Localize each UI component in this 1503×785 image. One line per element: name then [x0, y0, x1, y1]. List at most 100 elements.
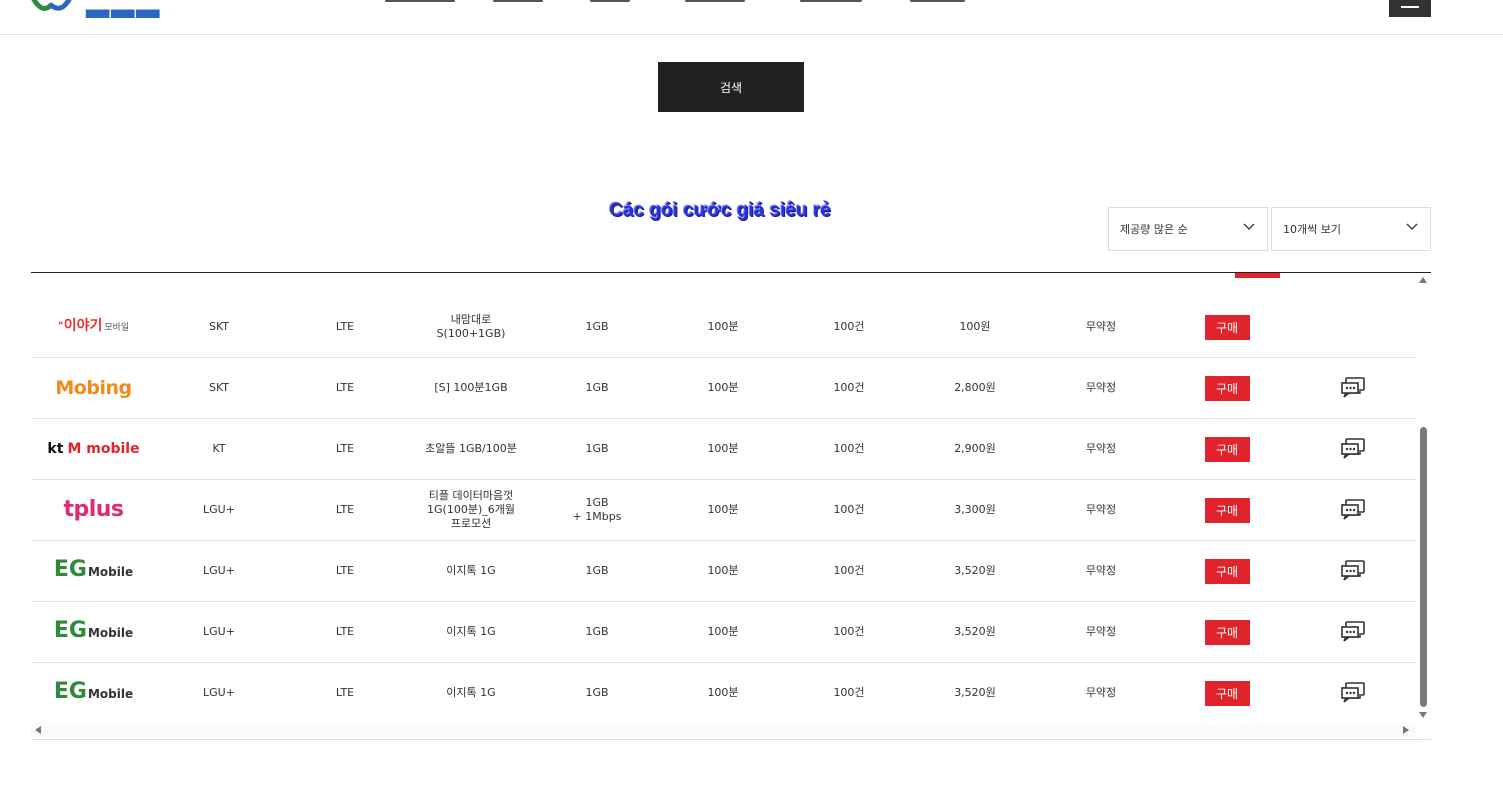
data-cell: 1GB: [534, 541, 660, 601]
table-row: “이야기 모바일 SKT LTE 내맘대로S(100+1GB) 1GB 100분 100건 10…: [31, 297, 1416, 358]
network-cell: LTE: [335, 442, 355, 455]
chevron-down-icon: [1243, 223, 1255, 230]
brand-cell: tplus: [31, 480, 156, 540]
buy-cell: 구매: [1164, 663, 1290, 723]
brand-logo: tplus: [63, 497, 124, 522]
logo-mark-icon: [31, 0, 72, 11]
brand-logo: EGMobile: [53, 618, 134, 643]
data-cell: 1GB + 1Mbps: [534, 480, 660, 540]
contract-cell: 무약정: [1085, 564, 1117, 577]
nav-item[interactable]: [910, 0, 965, 4]
voice-cell: 100분: [707, 503, 739, 516]
chat-bubbles-icon: [1341, 499, 1365, 520]
voice-cell: 100분: [707, 320, 739, 333]
consult-cell[interactable]: [1290, 602, 1416, 662]
nav-item[interactable]: [590, 0, 630, 4]
price-cell: 2,900원: [954, 442, 996, 455]
table-row: kt M mobile KT LTE 초알뜰 1GB/100분 1GB 100분 100건 2,…: [31, 419, 1416, 480]
data-amount: 1GB: [585, 442, 609, 455]
brand-logo: EGMobile: [53, 557, 134, 582]
data-cell: 1GB: [534, 358, 660, 418]
network-cell: LTE: [335, 686, 355, 699]
nav-item[interactable]: [493, 0, 543, 4]
price-cell: 3,520원: [954, 625, 996, 638]
voice-cell: 100분: [707, 381, 739, 394]
nav-item[interactable]: [685, 0, 745, 4]
brand-cell: “이야기 모바일: [31, 297, 156, 357]
carrier-cell: KT: [212, 442, 226, 455]
site-logo[interactable]: ▂▂▂: [30, 0, 250, 18]
plan-name-cell: 이지톡 1G: [446, 564, 496, 577]
carrier-cell: LGU+: [203, 686, 235, 699]
buy-cell: 구매: [1164, 480, 1290, 540]
search-button[interactable]: 검색: [658, 62, 804, 112]
data-cell: 1GB: [534, 419, 660, 479]
data-amount: 1GB + 1Mbps: [572, 496, 622, 523]
carrier-cell: SKT: [208, 381, 230, 394]
data-amount: 1GB: [585, 564, 609, 577]
consult-cell[interactable]: [1290, 480, 1416, 540]
buy-button[interactable]: 구매: [1204, 619, 1250, 645]
buy-button[interactable]: 구매: [1204, 436, 1250, 462]
page-size-select[interactable]: 10개씩 보기: [1271, 207, 1431, 251]
sms-cell: 100건: [833, 442, 865, 455]
brand-logo: kt M mobile: [47, 441, 140, 457]
buy-button[interactable]: 구매: [1204, 497, 1250, 523]
network-cell: LTE: [335, 381, 355, 394]
network-cell: LTE: [335, 320, 355, 333]
table-row: EGMobile LGU+ LTE 이지톡 1G 1GB 100분 100건 3,520원 무약…: [31, 541, 1416, 602]
voice-cell: 100분: [707, 564, 739, 577]
scroll-down-arrow-icon[interactable]: [1419, 712, 1427, 718]
contract-cell: 무약정: [1085, 625, 1117, 638]
sms-cell: 100건: [833, 381, 865, 394]
consult-cell[interactable]: [1290, 419, 1416, 479]
voice-cell: 100분: [707, 442, 739, 455]
scroll-right-arrow-icon[interactable]: [1403, 726, 1409, 734]
buy-button[interactable]: 구매: [1204, 375, 1250, 401]
contract-cell: 무약정: [1085, 320, 1117, 333]
nav-item[interactable]: [385, 0, 455, 4]
carrier-cell: LGU+: [203, 625, 235, 638]
carrier-cell: SKT: [208, 320, 230, 333]
vertical-scrollbar[interactable]: [1416, 273, 1430, 723]
logo-wordmark: ▂▂▂: [86, 0, 162, 18]
scroll-left-arrow-icon[interactable]: [35, 726, 41, 734]
sort-select-value: 제공량 많은 순: [1120, 223, 1188, 236]
site-header: ▂▂▂: [0, 0, 1503, 35]
data-amount: 1GB: [585, 686, 609, 699]
buy-cell: 구매: [1164, 419, 1290, 479]
consult-cell[interactable]: [1290, 358, 1416, 418]
carrier-cell: LGU+: [203, 564, 235, 577]
contract-cell: 무약정: [1085, 381, 1117, 394]
buy-button-partial[interactable]: [1235, 273, 1280, 278]
sort-select[interactable]: 제공량 많은 순: [1108, 207, 1268, 251]
chat-bubbles-icon: [1341, 438, 1365, 459]
plan-table[interactable]: “이야기 모바일 SKT LTE 내맘대로S(100+1GB) 1GB 100분 100건 10…: [31, 272, 1431, 740]
consult-cell[interactable]: [1290, 663, 1416, 723]
horizontal-scrollbar[interactable]: [31, 723, 1416, 737]
chat-bubbles-icon: [1341, 682, 1365, 703]
voice-cell: 100분: [707, 686, 739, 699]
buy-button[interactable]: 구매: [1204, 680, 1250, 706]
sms-cell: 100건: [833, 564, 865, 577]
menu-button[interactable]: [1389, 0, 1431, 17]
plan-name-cell: [S] 100분1GB: [434, 381, 508, 394]
price-cell: 3,520원: [954, 686, 996, 699]
table-row: EGMobile LGU+ LTE 이지톡 1G 1GB 100분 100건 3,520원 무약…: [31, 602, 1416, 663]
contract-cell: 무약정: [1085, 442, 1117, 455]
vertical-scroll-thumb[interactable]: [1420, 427, 1427, 707]
consult-cell[interactable]: [1290, 541, 1416, 601]
section-title: Các gói cước giá siêu rẻ: [609, 200, 831, 221]
carrier-cell: LGU+: [203, 503, 235, 516]
buy-button[interactable]: 구매: [1204, 314, 1250, 340]
buy-cell: 구매: [1164, 602, 1290, 662]
scroll-up-arrow-icon[interactable]: [1419, 277, 1427, 283]
buy-button[interactable]: 구매: [1204, 558, 1250, 584]
brand-cell: kt M mobile: [31, 419, 156, 479]
nav-item[interactable]: [800, 0, 862, 4]
network-cell: LTE: [335, 564, 355, 577]
sms-cell: 100건: [833, 503, 865, 516]
data-cell: 1GB: [534, 663, 660, 723]
brand-cell: EGMobile: [31, 663, 156, 723]
data-amount: 1GB: [585, 625, 609, 638]
